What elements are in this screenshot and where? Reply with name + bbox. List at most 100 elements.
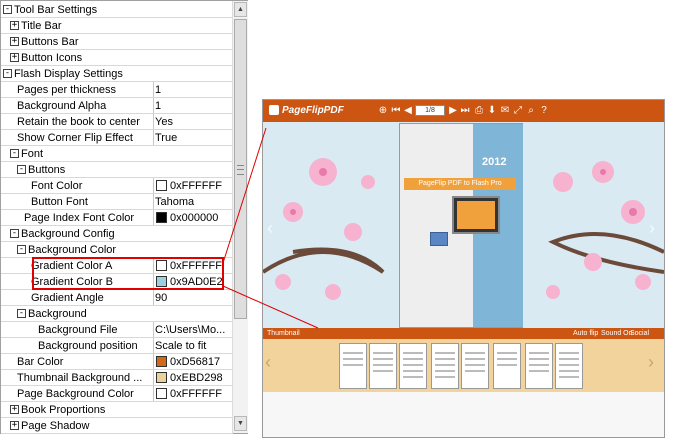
property-value[interactable]: 0xFFFFFF	[155, 178, 233, 194]
property-category[interactable]: - Background Color	[1, 242, 233, 258]
collapse-icon[interactable]: -	[17, 164, 26, 174]
property-value[interactable]: 0xFFFFFF	[155, 386, 233, 402]
thumb-prev-icon[interactable]: ‹	[265, 352, 271, 373]
property-category[interactable]: - Background	[1, 306, 233, 322]
print-icon[interactable]: ⎙	[473, 105, 485, 117]
property-value[interactable]: True	[155, 130, 233, 146]
property-name: Pages per thickness	[1, 82, 154, 98]
thumbnail-page[interactable]	[431, 343, 459, 389]
property-name: + Page Shadow	[1, 418, 233, 434]
auto-flip-label[interactable]: Auto flip	[573, 328, 598, 339]
property-value[interactable]: Tahoma	[155, 194, 233, 210]
download-icon[interactable]: ⬇	[486, 105, 498, 117]
grid-scrollbar[interactable]: ▲ ▼	[232, 1, 248, 433]
property-category[interactable]: + Button Icons	[1, 50, 233, 66]
property-row[interactable]: Thumbnail Background ... 0xEBD298	[1, 370, 233, 386]
property-row[interactable]: Gradient Angle 90	[1, 290, 233, 306]
property-value[interactable]: 90	[155, 290, 233, 306]
expand-icon[interactable]: +	[10, 36, 19, 46]
property-category[interactable]: - Buttons	[1, 162, 233, 178]
property-value-text: 90	[155, 292, 168, 304]
thumbnail-page[interactable]	[461, 343, 489, 389]
property-category[interactable]: - Tool Bar Settings	[1, 2, 233, 18]
property-row[interactable]: Background File C:\Users\Mo...	[1, 322, 233, 338]
property-value[interactable]: 0x000000	[155, 210, 233, 226]
property-label: Buttons	[28, 164, 66, 176]
property-row[interactable]: Background position Scale to fit	[1, 338, 233, 354]
thumbnail-page[interactable]	[525, 343, 553, 389]
property-label: Background File	[38, 324, 118, 336]
email-icon[interactable]: ✉	[499, 105, 511, 117]
property-row[interactable]: Bar Color 0xD56817	[1, 354, 233, 370]
property-label: Pages per thickness	[17, 84, 117, 96]
property-row[interactable]: Pages per thickness 1	[1, 82, 233, 98]
help-icon[interactable]: ?	[538, 105, 550, 117]
property-name: - Tool Bar Settings	[1, 2, 233, 18]
zoom-icon[interactable]: ⊕	[377, 105, 389, 117]
last-page-icon[interactable]: ⏭	[459, 105, 471, 117]
prev-arrow-icon[interactable]: ‹	[267, 218, 273, 239]
property-value[interactable]: 1	[155, 82, 233, 98]
property-row[interactable]: Page Background Color 0xFFFFFF	[1, 386, 233, 402]
property-name: - Buttons	[1, 162, 233, 178]
thumbnail-page[interactable]	[339, 343, 367, 389]
property-value[interactable]: 0xD56817	[155, 354, 233, 370]
property-category[interactable]: + Book Proportions	[1, 402, 233, 418]
scroll-thumb[interactable]	[234, 19, 247, 319]
property-category[interactable]: - Flash Display Settings	[1, 66, 233, 82]
property-row[interactable]: Page Index Font Color 0x000000	[1, 210, 233, 226]
thumbnail-label[interactable]: Thumbnail	[267, 328, 300, 339]
property-value[interactable]: 0xEBD298	[155, 370, 233, 386]
property-row[interactable]: Button Font Tahoma	[1, 194, 233, 210]
collapse-icon[interactable]: -	[10, 148, 19, 158]
property-row[interactable]: Show Corner Flip Effect True	[1, 130, 233, 146]
collapse-icon[interactable]: -	[17, 244, 26, 254]
expand-icon[interactable]: +	[10, 420, 19, 430]
property-label: Background position	[38, 340, 138, 352]
prev-page-icon[interactable]: ◀	[402, 105, 414, 117]
fullscreen-icon[interactable]: ⤢	[512, 105, 524, 117]
collapse-icon[interactable]: -	[3, 4, 12, 14]
expand-icon[interactable]: +	[10, 20, 19, 30]
property-name: Page Background Color	[1, 386, 154, 402]
property-category[interactable]: + Buttons Bar	[1, 34, 233, 50]
property-label: Buttons Bar	[21, 36, 79, 48]
property-name: Retain the book to center	[1, 114, 154, 130]
property-name: Thumbnail Background ...	[1, 370, 154, 386]
thumbnail-page[interactable]	[555, 343, 583, 389]
first-page-icon[interactable]: ⏮	[390, 105, 402, 117]
property-label: Show Corner Flip Effect	[17, 132, 133, 144]
property-category[interactable]: - Background Config	[1, 226, 233, 242]
property-row[interactable]: Retain the book to center Yes	[1, 114, 233, 130]
thumbnail-page[interactable]	[369, 343, 397, 389]
search-icon[interactable]: ⌕	[525, 105, 537, 117]
grip-icon	[237, 165, 244, 175]
thumbnail-page[interactable]	[493, 343, 521, 389]
toolbox-image	[430, 232, 448, 246]
property-value[interactable]: 1	[155, 98, 233, 114]
expand-icon[interactable]: +	[10, 52, 19, 62]
property-category[interactable]: + Page Shadow	[1, 418, 233, 434]
property-name: Background position	[1, 338, 154, 354]
property-category[interactable]: + Title Bar	[1, 18, 233, 34]
sound-on-label[interactable]: Sound On	[601, 328, 633, 339]
expand-icon[interactable]: +	[10, 404, 19, 414]
property-row[interactable]: Background Alpha 1	[1, 98, 233, 114]
page-number-input[interactable]: 1/8	[415, 105, 445, 116]
collapse-icon[interactable]: -	[17, 308, 26, 318]
collapse-icon[interactable]: -	[10, 228, 19, 238]
property-category[interactable]: - Font	[1, 146, 233, 162]
property-value-text: 0xFFFFFF	[170, 180, 222, 192]
thumb-next-icon[interactable]: ›	[648, 352, 654, 373]
next-arrow-icon[interactable]: ›	[649, 218, 655, 239]
collapse-icon[interactable]: -	[3, 68, 12, 78]
book-page[interactable]: 2012 PageFlip PDF to Flash Pro	[399, 123, 523, 328]
property-value[interactable]: C:\Users\Mo...	[155, 322, 233, 338]
property-row[interactable]: Font Color 0xFFFFFF	[1, 178, 233, 194]
scroll-down-button[interactable]: ▼	[234, 416, 247, 431]
property-value[interactable]: Yes	[155, 114, 233, 130]
scroll-up-button[interactable]: ▲	[234, 2, 247, 17]
thumbnail-page[interactable]	[399, 343, 427, 389]
next-page-icon[interactable]: ▶	[447, 105, 459, 117]
property-value[interactable]: Scale to fit	[155, 338, 233, 354]
